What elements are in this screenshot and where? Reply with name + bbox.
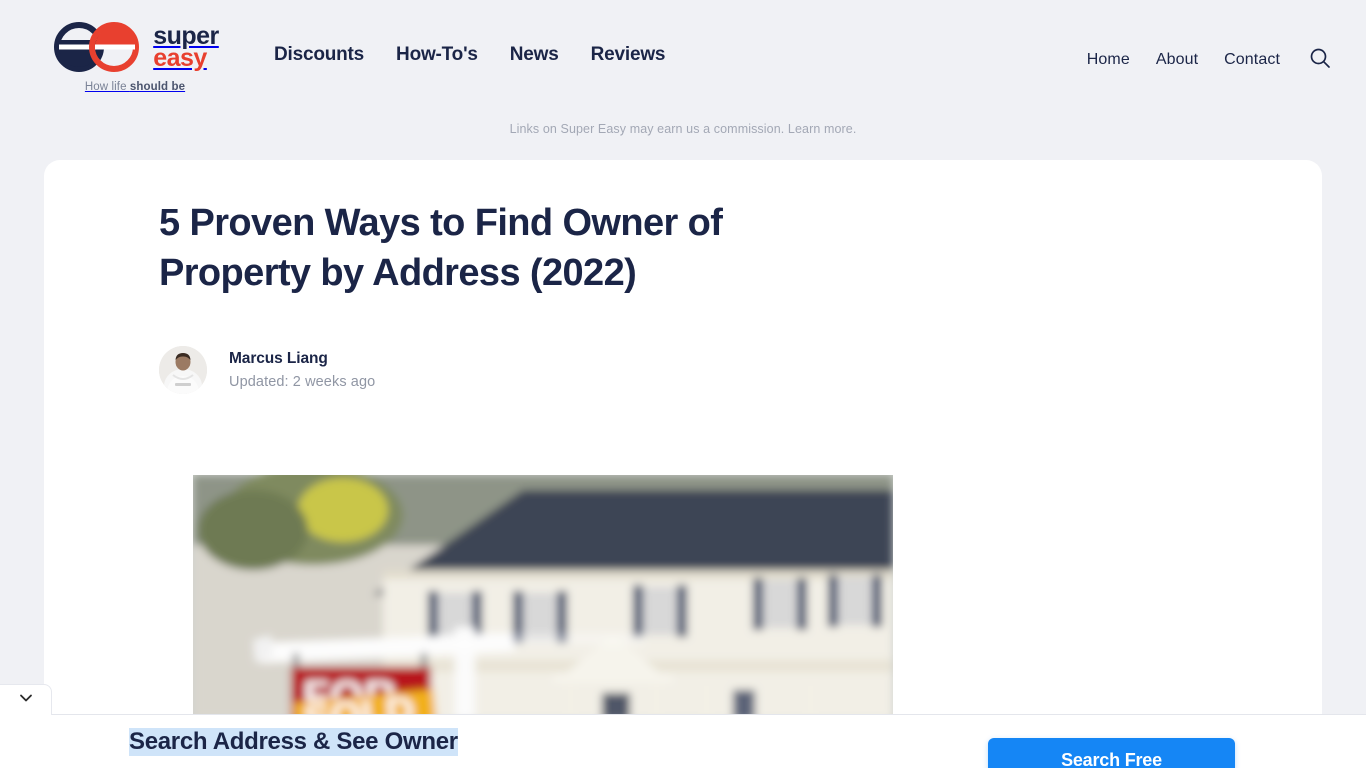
byline-text: Marcus Liang Updated: 2 weeks ago [229,350,375,390]
brand-tagline-strong: should be [129,81,186,93]
page-title: 5 Proven Ways to Find Owner of Property … [159,202,723,295]
brand-wordmark: super easy [153,24,219,72]
primary-navigation: Discounts How-To's News Reviews [274,0,665,66]
secondary-navigation: Home About Contact [1087,0,1332,73]
nav-item-contact[interactable]: Contact [1224,51,1280,69]
nav-item-how-tos[interactable]: How-To's [396,44,478,66]
article-body: 5 Proven Ways to Find Owner of Property … [44,160,1322,395]
brand-name-line2: easy [153,44,207,72]
byline: Marcus Liang Updated: 2 weeks ago [159,346,1322,395]
nav-item-about[interactable]: About [1156,51,1198,69]
brand-tagline: How life should be [85,81,185,93]
updated-date: Updated: 2 weeks ago [229,374,376,391]
search-free-button[interactable]: Search Free [988,738,1235,768]
brand-tagline-prefix: How life [84,81,130,93]
nav-item-home[interactable]: Home [1087,51,1130,69]
author-avatar [159,346,207,395]
nav-item-discounts[interactable]: Discounts [274,44,364,66]
nav-item-reviews[interactable]: Reviews [591,44,666,66]
chevron-down-icon [17,689,35,712]
site-header: super easy How life should be Discounts … [0,0,1366,118]
disclosure-text: Links on Super Easy may earn us a commis… [509,122,785,136]
search-icon [1308,46,1332,73]
nav-item-news[interactable]: News [510,44,559,66]
search-button[interactable] [1308,46,1332,73]
double-e-rings-logo-icon [51,22,145,72]
author-name[interactable]: Marcus Liang [229,350,375,368]
sticky-bar-heading: Search Address & See Owner [129,728,458,756]
article-hero-image: FOR SOLD [193,475,893,720]
article-card: 5 Proven Ways to Find Owner of Property … [44,160,1322,720]
affiliate-disclosure: Links on Super Easy may earn us a commis… [0,122,1366,136]
sticky-bar-collapse-tab[interactable] [0,684,52,715]
disclosure-learn-more-link[interactable]: Learn more. [788,122,857,136]
brand-logo[interactable]: super easy How life should be [44,0,226,93]
brand-row: super easy [51,22,219,72]
